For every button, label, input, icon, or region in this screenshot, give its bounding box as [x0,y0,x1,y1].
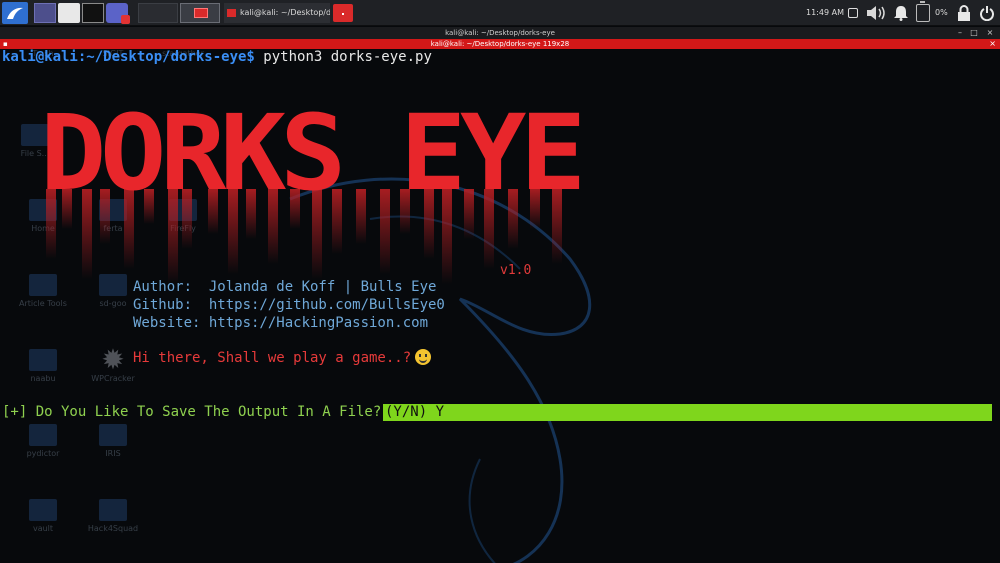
taskbar-terminal-item[interactable]: kali@kali: ~/Desktop/dor... [224,3,330,23]
screen-recorder-icon[interactable] [106,3,130,24]
desktop-icon-label: Article Tools [19,299,67,308]
tab-close-icon[interactable]: × [989,39,996,49]
terminal-launcher-icon[interactable] [82,3,104,23]
smiley-emoji-icon [415,349,432,365]
taskbar-item-label: kali@kali: ~/Desktop/dor... [240,8,330,17]
folder-icon [99,499,127,521]
desktop-icon-label: sd-goo [99,299,127,308]
tab-title: kali@kali: ~/Desktop/dorks-eye 119x28 [430,40,570,48]
desktop-icon-label: vault [32,524,54,533]
github-line: Github: https://github.com/BullsEye0 [133,297,445,313]
notification-bell-icon[interactable] [893,5,909,21]
greeting-line: Hi there, Shall we play a game..? [133,349,432,366]
clock[interactable]: 11:49 AM [806,0,844,26]
answer-input[interactable]: (Y/N) Y [385,404,444,421]
prompt-path: :~/Desktop/dorks-eye$ [77,49,255,65]
close-button[interactable]: × [984,27,996,39]
desktop-icon-label: IRIS [105,449,121,458]
greeting-text: Hi there, Shall we play a game..? [133,350,412,366]
folder-icon [29,499,57,521]
maximize-button[interactable]: □ [968,27,980,39]
prompt-user: kali@kali [2,49,78,65]
workspace-2[interactable] [180,3,220,23]
banner-text: DORKS EYE [40,97,580,214]
dorks-eye-banner: DORKS EYE [40,97,586,284]
folder-icon [99,424,127,446]
author-line: Author: Jolanda de Koff | Bulls Eye [133,279,437,295]
prompt-line: kali@kali:~/Desktop/dorks-eye$ python3 d… [2,49,432,66]
terminal-tab[interactable]: ▪ kali@kali: ~/Desktop/dorks-eye 119x28 … [0,39,1000,49]
desktop-icon-hack4squad[interactable]: Hack4Squad [78,499,148,533]
prompt-command: python3 dorks-eye.py [254,49,432,65]
desktop-icon-pydictor[interactable]: pydictor [8,424,78,458]
window-title: kali@kali: ~/Desktop/dorks-eye [445,29,555,37]
power-icon[interactable] [980,5,994,22]
window-title-bar[interactable]: kali@kali: ~/Desktop/dorks-eye [0,27,1000,39]
terminal-task-icon [227,9,236,17]
answer-highlight[interactable] [383,404,992,421]
lock-screen-icon[interactable] [957,5,971,21]
desktop-icon-label: pydictor [26,449,60,458]
website-line: Website: https://HackingPassion.com [133,315,429,331]
desktop-icon-naabu[interactable]: naabu [8,349,78,383]
tab-drag-icon: ▪ [3,40,8,48]
desktop-icon-label: naabu [30,374,56,383]
gear-icon: ✹ [101,343,125,376]
desktop-icon-iris[interactable]: IRIS [78,424,148,458]
version-label: v1.0 [500,263,532,278]
desktop-icon-vault[interactable]: vault [8,499,78,533]
desktop-icon-label: Hack4Squad [87,524,139,533]
taskbar-app-icon[interactable] [333,4,353,22]
desktop-icon-label: WPCracker [91,374,135,383]
show-desktop-icon[interactable] [34,3,56,23]
volume-icon[interactable] [866,5,888,21]
top-panel: kali@kali: ~/Desktop/dor... 11:49 AM 0% [0,0,1000,26]
window-switch-icon[interactable] [848,8,858,18]
file-manager-icon[interactable] [58,3,80,23]
terminal-area[interactable]: Trash SIGIT stargather File S... Home fe… [0,49,1000,563]
battery-percentage: 0% [935,8,948,17]
folder-icon [29,424,57,446]
kali-menu-icon[interactable] [2,2,28,24]
workspace-1[interactable] [138,3,178,23]
save-output-question: [+] Do You Like To Save The Output In A … [2,404,382,420]
battery-icon[interactable] [916,1,930,22]
folder-icon [29,349,57,371]
minimize-button[interactable]: – [954,27,966,39]
